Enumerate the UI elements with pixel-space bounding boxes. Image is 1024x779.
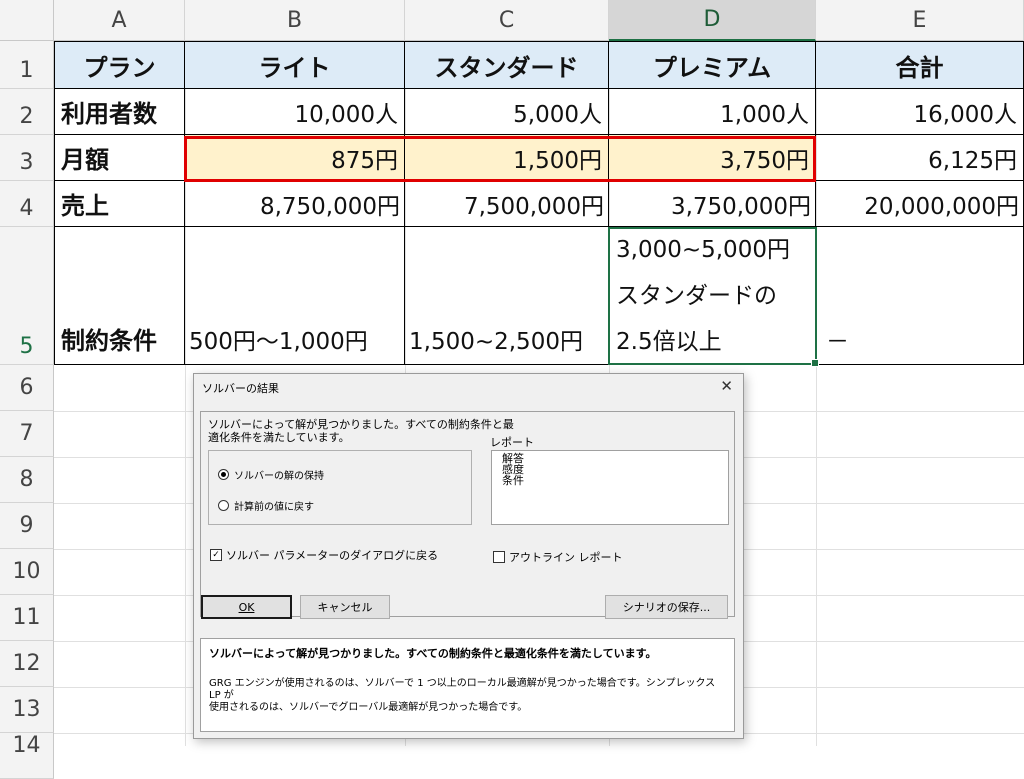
cell-d4[interactable]: 3,750,000円 (609, 181, 816, 227)
cell-c3[interactable]: 1,500円 (405, 135, 609, 181)
row-header-13[interactable]: 13 (0, 687, 54, 733)
radio-group (208, 450, 472, 525)
cell-c5[interactable]: 1,500~2,500円 (405, 227, 609, 365)
restore-original-values-label: 計算前の値に戻す (234, 502, 314, 513)
outline-reports-label: アウトライン レポート (509, 551, 623, 564)
column-header-a[interactable]: A (54, 0, 185, 41)
checkbox-empty-icon (493, 551, 505, 563)
cell-b1[interactable]: ライト (185, 42, 405, 89)
description-line: 使用されるのは、ソルバーでグローバル最適解が見つかった場合です。 (209, 702, 528, 713)
cell-d2[interactable]: 1,000人 (609, 89, 816, 135)
cell-a3[interactable]: 月額 (55, 135, 185, 181)
result-message: ソルバーによって解が見つかりました。すべての制約条件と最 適化条件を満たしていま… (208, 418, 538, 444)
row-header-5[interactable]: 5 (0, 227, 54, 365)
dialog-title: ソルバーの結果 (202, 382, 279, 395)
keep-solver-solution-radio[interactable]: ソルバーの解の保持 (218, 467, 324, 482)
description-heading: ソルバーによって解が見つかりました。すべての制約条件と最適化条件を満たしています… (209, 647, 657, 660)
check-icon: ✓ (210, 549, 222, 561)
outline-reports-checkbox[interactable]: アウトライン レポート (493, 549, 623, 565)
cell-d3[interactable]: 3,750円 (609, 135, 816, 181)
row-header-3[interactable]: 3 (0, 135, 54, 181)
result-message-line: 適化条件を満たしています。 (208, 431, 350, 444)
report-limits[interactable]: 条件 (502, 475, 718, 486)
reports-label: レポート (490, 436, 534, 449)
cell-d5-text: 3,000~5,000円 スタンダードの 2.5倍以上 (608, 227, 817, 365)
cell-a4[interactable]: 売上 (55, 181, 185, 227)
ok-button-label: OK (238, 600, 255, 614)
reports-listbox[interactable]: 解答 感度 条件 (491, 450, 729, 525)
cell-e4[interactable]: 20,000,000円 (816, 181, 1024, 227)
description-line: GRG エンジンが使用されるのは、ソルバーで 1 つ以上のローカル最適解が見つか… (209, 678, 716, 701)
constraint-line: 3,000~5,000円 (616, 237, 790, 263)
column-header-d[interactable]: D (609, 0, 816, 41)
return-to-parameters-label: ソルバー パラメーターのダイアログに戻る (226, 549, 439, 562)
radio-selected-icon (218, 469, 229, 480)
cell-a1[interactable]: プラン (55, 42, 185, 89)
cell-b5[interactable]: 500円～1,000円 (185, 227, 405, 365)
cell-c1[interactable]: スタンダード (405, 42, 609, 89)
description-body: GRG エンジンが使用されるのは、ソルバーで 1 つ以上のローカル最適解が見つか… (209, 678, 726, 714)
cell-e1[interactable]: 合計 (816, 42, 1024, 89)
column-header-c[interactable]: C (405, 0, 609, 41)
row-header-7[interactable]: 7 (0, 411, 54, 457)
result-message-line: ソルバーによって解が見つかりました。すべての制約条件と最 (208, 418, 514, 431)
cancel-button[interactable]: キャンセル (300, 595, 390, 619)
row-header-11[interactable]: 11 (0, 595, 54, 641)
ok-button[interactable]: OK (201, 595, 292, 619)
row-header-14[interactable]: 14 (0, 733, 54, 779)
report-answer[interactable]: 解答 (502, 453, 718, 464)
cell-a2[interactable]: 利用者数 (55, 89, 185, 135)
row-header-1[interactable]: 1 (0, 41, 54, 89)
restore-original-values-radio[interactable]: 計算前の値に戻す (218, 498, 314, 513)
keep-solver-solution-label: ソルバーの解の保持 (234, 471, 324, 482)
constraint-line: スタンダードの (616, 283, 777, 309)
row-header-9[interactable]: 9 (0, 503, 54, 549)
constraint-line: 2.5倍以上 (616, 329, 722, 355)
report-sensitivity[interactable]: 感度 (502, 464, 718, 475)
row-header-4[interactable]: 4 (0, 181, 54, 227)
select-all-corner[interactable] (0, 0, 54, 41)
cell-e2[interactable]: 16,000人 (816, 89, 1024, 135)
cell-d1[interactable]: プレミアム (609, 42, 816, 89)
row-header-8[interactable]: 8 (0, 457, 54, 503)
cell-e3[interactable]: 6,125円 (816, 135, 1024, 181)
cell-b4[interactable]: 8,750,000円 (185, 181, 405, 227)
radio-unselected-icon (218, 500, 229, 511)
cell-a5[interactable]: 制約条件 (55, 227, 185, 365)
row-header-12[interactable]: 12 (0, 641, 54, 687)
return-to-parameters-checkbox[interactable]: ✓ ソルバー パラメーターのダイアログに戻る (210, 547, 438, 563)
column-header-b[interactable]: B (185, 0, 405, 41)
row-header-10[interactable]: 10 (0, 549, 54, 595)
cell-b3[interactable]: 875円 (185, 135, 405, 181)
close-icon[interactable]: ✕ (720, 377, 733, 395)
cell-c2[interactable]: 5,000人 (405, 89, 609, 135)
cell-c4[interactable]: 7,500,000円 (405, 181, 609, 227)
row-header-6[interactable]: 6 (0, 365, 54, 411)
cell-b2[interactable]: 10,000人 (185, 89, 405, 135)
description-box: ソルバーによって解が見つかりました。すべての制約条件と最適化条件を満たしています… (200, 638, 735, 732)
save-scenario-button[interactable]: シナリオの保存... (605, 595, 728, 619)
solver-results-dialog[interactable]: ソルバーの結果 ✕ ソルバーによって解が見つかりました。すべての制約条件と最 適… (193, 373, 744, 739)
cell-e5[interactable]: － (816, 227, 1024, 365)
row-header-2[interactable]: 2 (0, 89, 54, 135)
column-header-e[interactable]: E (816, 0, 1024, 41)
